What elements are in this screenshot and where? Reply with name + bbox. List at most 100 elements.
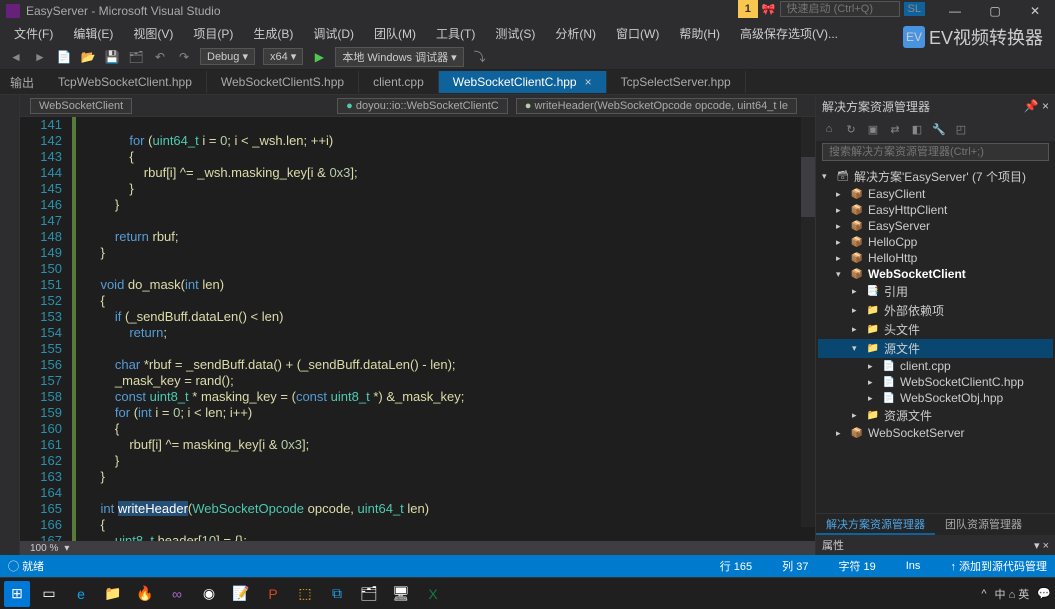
folder-icon[interactable]: 🗂	[356, 581, 382, 607]
menu-edit[interactable]: 编辑(E)	[65, 23, 121, 44]
member-combo[interactable]: ● writeHeader(WebSocketOpcode opcode, ui…	[516, 98, 797, 114]
close-icon[interactable]: ×	[585, 75, 592, 89]
sync-icon[interactable]: ⇄	[886, 120, 904, 138]
tree-item[interactable]: ▸📄WebSocketObj.hpp	[818, 390, 1053, 406]
start-icon[interactable]: ⊞	[4, 581, 30, 607]
menu-window[interactable]: 窗口(W)	[608, 23, 667, 44]
code-line[interactable]: 167 uint8_t header[10] = {};	[20, 533, 815, 541]
save-icon[interactable]: 💾	[102, 47, 122, 67]
status-source-control[interactable]: ↑ 添加到源代码管理	[950, 558, 1047, 574]
redo-icon[interactable]: ↷	[174, 47, 194, 67]
tree-item[interactable]: ▸📦EasyClient	[818, 186, 1053, 202]
code-line[interactable]: 164	[20, 485, 815, 501]
prop-close-icon[interactable]: ×	[1043, 540, 1049, 552]
chrome-icon[interactable]: ◉	[196, 581, 222, 607]
code-line[interactable]: 143 {	[20, 149, 815, 165]
zoom-chevron-icon[interactable]: ▾	[64, 543, 69, 554]
menu-test[interactable]: 测试(S)	[487, 23, 543, 44]
menu-analyze[interactable]: 分析(N)	[547, 23, 604, 44]
vs-icon[interactable]: ∞	[164, 581, 190, 607]
file-tab-4[interactable]: TcpSelectServer.hpp	[607, 71, 746, 93]
tab-solution[interactable]: 解决方案资源管理器	[816, 514, 935, 535]
refresh-icon[interactable]: ↻	[842, 120, 860, 138]
quick-launch-input[interactable]	[780, 1, 900, 17]
code-line[interactable]: 141	[20, 117, 815, 133]
app-icon-1[interactable]: 🔥	[132, 581, 158, 607]
debug-target-dropdown[interactable]: 本地 Windows 调试器 ▾	[335, 47, 463, 67]
code-line[interactable]: 150	[20, 261, 815, 277]
code-line[interactable]: 159 for (int i = 0; i < len; i++)	[20, 405, 815, 421]
tree-item[interactable]: ▸📁资源文件	[818, 406, 1053, 425]
collapse-icon[interactable]: ▣	[864, 120, 882, 138]
code-line[interactable]: 144 rbuf[i] ^= _wsh.masking_key[i & 0x3]…	[20, 165, 815, 181]
code-line[interactable]: 145 }	[20, 181, 815, 197]
code-line[interactable]: 153 if (_sendBuff.dataLen() < len)	[20, 309, 815, 325]
edge-icon[interactable]: e	[68, 581, 94, 607]
code-line[interactable]: 165 int writeHeader(WebSocketOpcode opco…	[20, 501, 815, 517]
tree-item[interactable]: ▸📦HelloCpp	[818, 234, 1053, 250]
code-line[interactable]: 163 }	[20, 469, 815, 485]
close-button[interactable]: ✕	[1015, 0, 1055, 22]
file-tab-2[interactable]: client.cpp	[359, 71, 439, 93]
tray-notify-icon[interactable]: 💬	[1037, 587, 1051, 600]
powerpoint-icon[interactable]: P	[260, 581, 286, 607]
minimize-button[interactable]: —	[935, 0, 975, 22]
tray-lang[interactable]: 中 ⌂ 英	[995, 586, 1030, 602]
new-file-icon[interactable]: 📄	[54, 47, 74, 67]
tray-up-icon[interactable]: ^	[981, 588, 986, 600]
code-line[interactable]: 155	[20, 341, 815, 357]
preview-icon[interactable]: ◰	[952, 120, 970, 138]
output-tab[interactable]: 输出	[0, 74, 44, 91]
tree-item[interactable]: ▸📄client.cpp	[818, 358, 1053, 374]
code-line[interactable]: 161 rbuf[i] ^= masking_key[i & 0x3];	[20, 437, 815, 453]
menu-debug[interactable]: 调试(D)	[305, 23, 362, 44]
menu-view[interactable]: 视图(V)	[125, 23, 181, 44]
solution-root[interactable]: ▾🗃解决方案'EasyServer' (7 个项目)	[818, 167, 1053, 186]
zoom-level[interactable]: 100 %	[30, 543, 58, 554]
step-icon[interactable]: ⤵	[470, 47, 490, 67]
app-icon-2[interactable]: ⬚	[292, 581, 318, 607]
vscode-icon[interactable]: ⧉	[324, 581, 350, 607]
pin-icon[interactable]: 📌	[1024, 99, 1039, 113]
save-all-icon[interactable]: 🗂	[126, 47, 146, 67]
panel-close-icon[interactable]: ×	[1042, 99, 1049, 113]
tree-item[interactable]: ▸📦EasyHttpClient	[818, 202, 1053, 218]
tree-item[interactable]: ▸📦WebSocketServer	[818, 425, 1053, 441]
menu-file[interactable]: 文件(F)	[6, 23, 61, 44]
file-tab-0[interactable]: TcpWebSocketClient.hpp	[44, 71, 207, 93]
scope-combo[interactable]: WebSocketClient	[30, 98, 132, 114]
home-icon[interactable]: ⌂	[820, 120, 838, 138]
menu-help[interactable]: 帮助(H)	[671, 23, 728, 44]
notepad-icon[interactable]: 📝	[228, 581, 254, 607]
file-tab-3[interactable]: WebSocketClientC.hpp×	[439, 71, 607, 93]
prop-pin-icon[interactable]: ▾	[1034, 540, 1040, 552]
notify-icon[interactable]: 1	[738, 0, 758, 18]
code-line[interactable]: 152 {	[20, 293, 815, 309]
maximize-button[interactable]: ▢	[975, 0, 1015, 22]
tab-team[interactable]: 团队资源管理器	[935, 514, 1032, 535]
scroll-track[interactable]	[801, 117, 815, 527]
user-badge[interactable]: SL	[904, 2, 925, 16]
code-line[interactable]: 158 const uint8_t * masking_key = (const…	[20, 389, 815, 405]
open-icon[interactable]: 📂	[78, 47, 98, 67]
code-line[interactable]: 146 }	[20, 197, 815, 213]
tree-item[interactable]: ▾📁源文件	[818, 339, 1053, 358]
code-line[interactable]: 160 {	[20, 421, 815, 437]
menu-advanced-save[interactable]: 高级保存选项(V)...	[732, 23, 846, 44]
excel-icon[interactable]: X	[420, 581, 446, 607]
tree-item[interactable]: ▸📦EasyServer	[818, 218, 1053, 234]
code-line[interactable]: 147	[20, 213, 815, 229]
properties-icon[interactable]: 🔧	[930, 120, 948, 138]
menu-build[interactable]: 生成(B)	[245, 23, 301, 44]
code-line[interactable]: 162 }	[20, 453, 815, 469]
menu-project[interactable]: 项目(P)	[185, 23, 241, 44]
tree-item[interactable]: ▸📁头文件	[818, 320, 1053, 339]
tree-item[interactable]: ▾📦WebSocketClient	[818, 266, 1053, 282]
code-line[interactable]: 156 char *rbuf = _sendBuff.data() + (_se…	[20, 357, 815, 373]
tree-item[interactable]: ▸📑引用	[818, 282, 1053, 301]
code-line[interactable]: 148 return rbuf;	[20, 229, 815, 245]
config-dropdown[interactable]: Debug ▾	[200, 48, 255, 65]
code-editor[interactable]: 141142 for (uint64_t i = 0; i < _wsh.len…	[20, 117, 815, 541]
namespace-combo[interactable]: ● doyou::io::WebSocketClientC	[337, 98, 508, 114]
menu-tools[interactable]: 工具(T)	[428, 23, 483, 44]
